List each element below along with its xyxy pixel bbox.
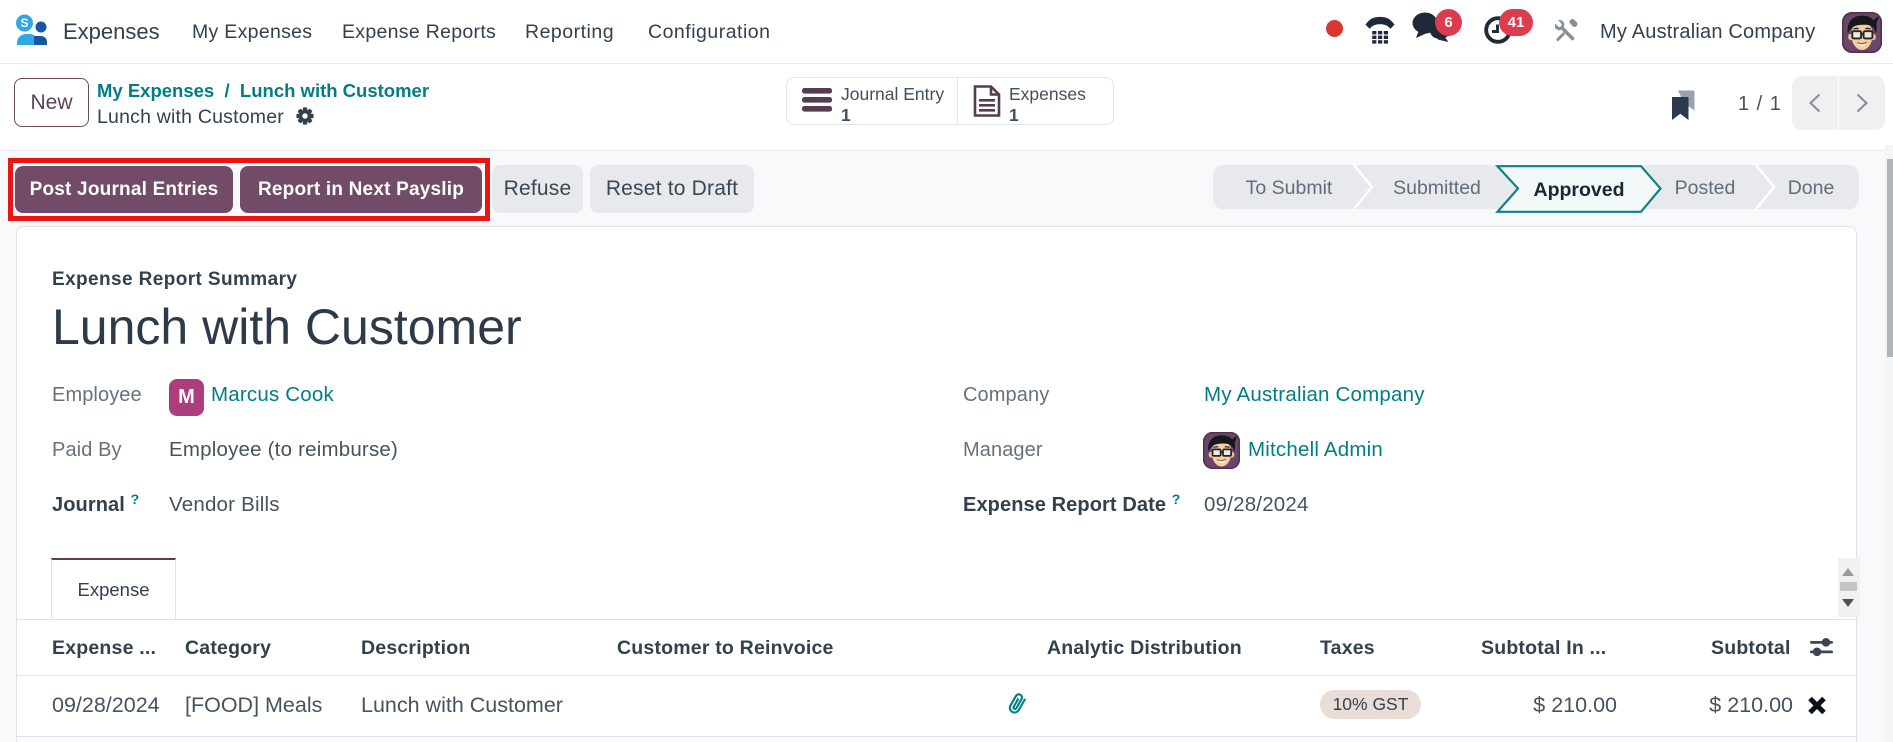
svg-text:Posted: Posted <box>1675 177 1736 199</box>
svg-text:Done: Done <box>1788 177 1835 199</box>
svg-text:Approved: Approved <box>1533 179 1624 201</box>
svg-text:Submitted: Submitted <box>1393 177 1481 199</box>
svg-text:S: S <box>20 16 28 30</box>
svg-text:To Submit: To Submit <box>1246 177 1333 199</box>
